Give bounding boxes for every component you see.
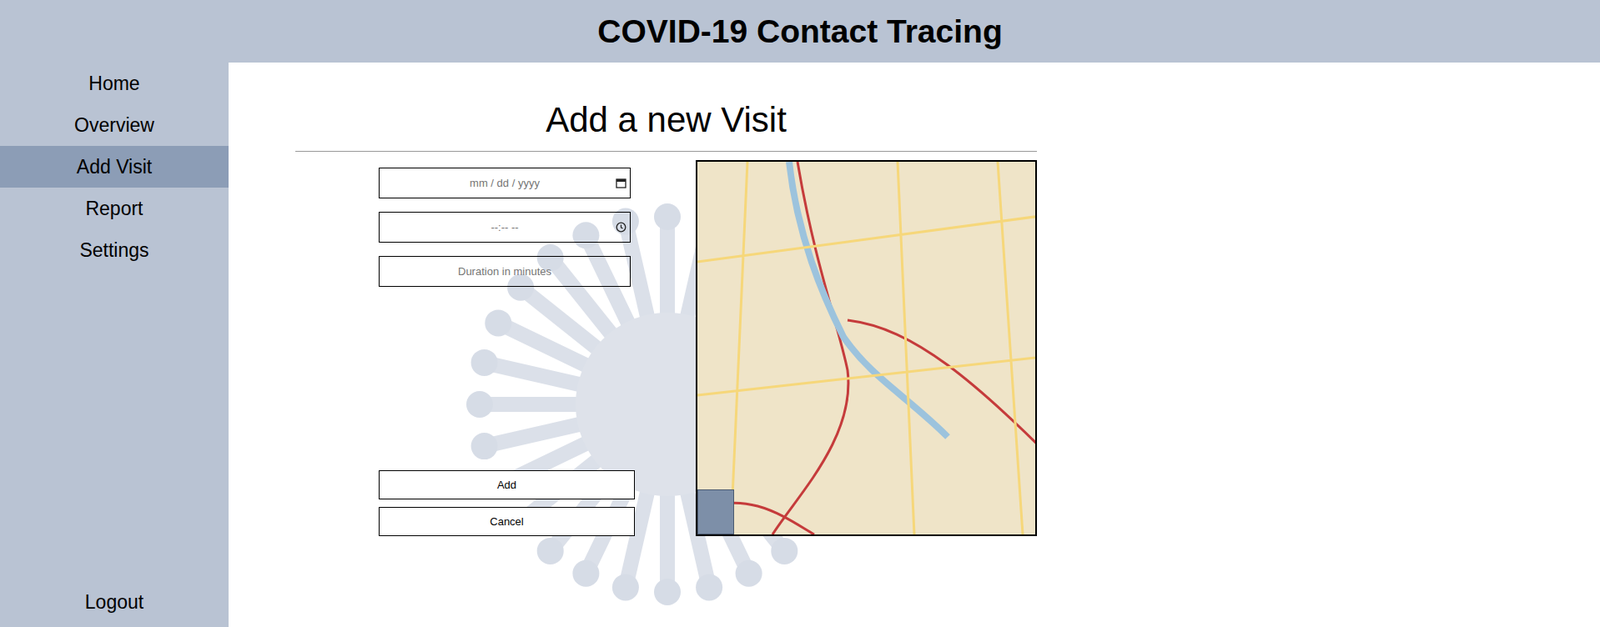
add-button[interactable]: Add <box>378 470 635 500</box>
map-roads <box>697 161 1036 535</box>
location-thumbnail <box>697 489 735 535</box>
form-field <box>378 256 631 287</box>
sidebar-item[interactable]: Overview <box>0 104 229 146</box>
main-content: Add a new Visit Add Cancel <box>228 62 1600 627</box>
app-title: COVID-19 Contact Tracing <box>597 15 1002 48</box>
date-input[interactable] <box>379 168 630 198</box>
sidebar: Home Overview Add Visit Report Settings Logou… <box>0 62 229 627</box>
sidebar-item[interactable]: Settings <box>0 229 229 272</box>
button-group: Add Cancel <box>378 470 635 537</box>
sidebar-item-label: Report <box>85 194 143 224</box>
form-field <box>378 167 631 199</box>
sidebar-item-label: Settings <box>79 236 149 266</box>
number-input[interactable] <box>379 256 630 287</box>
time-input[interactable] <box>379 212 630 242</box>
sidebar-item[interactable]: Home <box>0 62 229 105</box>
divider <box>295 150 1037 152</box>
logout-link[interactable]: Logout <box>0 585 229 619</box>
cancel-button[interactable]: Cancel <box>378 507 635 537</box>
map[interactable] <box>695 160 1037 537</box>
header: COVID-19 Contact Tracing <box>0 0 1600 63</box>
visit-form: Add Cancel <box>378 160 635 537</box>
clock-icon <box>615 221 627 233</box>
input-group <box>378 160 635 287</box>
form-field <box>378 211 631 243</box>
body: Home Overview Add Visit Report Settings Logou… <box>0 62 1600 627</box>
page-heading: Add a new Visit <box>295 62 1037 141</box>
sidebar-item-label: Home <box>88 69 140 99</box>
calendar-icon <box>615 177 627 189</box>
sidebar-item-label: Overview <box>74 110 155 141</box>
sidebar-item[interactable]: Report <box>0 187 229 230</box>
sidebar-item-label: Add Visit <box>76 152 152 182</box>
sidebar-item[interactable]: Add Visit <box>0 145 229 188</box>
form-row: Add Cancel <box>295 160 1037 537</box>
content: Add a new Visit Add Cancel <box>295 62 1037 537</box>
